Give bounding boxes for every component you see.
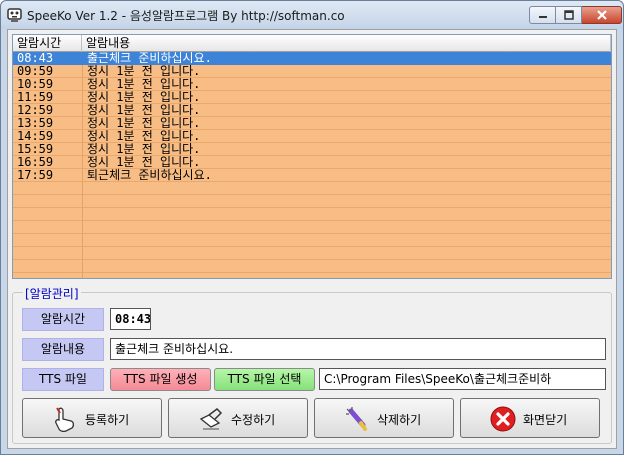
hand-pointer-icon <box>55 407 75 433</box>
tts-select-button[interactable]: TTS 파일 선택 <box>214 368 315 391</box>
alarm-time-label: 알람시간 <box>22 308 104 331</box>
pen-hand-icon <box>199 408 223 430</box>
eraser-pencil-icon <box>346 407 367 431</box>
close-screen-button-label: 화면닫기 <box>523 413 568 427</box>
window-title: SpeeKo Ver 1.2 - 음성알람프로그램 By http://soft… <box>27 9 345 23</box>
alarm-list[interactable]: 알람시간 알람내용 08:43 출근체크 준비하십시요. 09:59 정시 1분 전 … <box>12 34 612 279</box>
column-header-time[interactable]: 알람시간 <box>13 35 82 52</box>
list-body: 08:43 출근체크 준비하십시요. 09:59 정시 1분 전 입니다. 10:59 정… <box>13 52 611 278</box>
column-header-content[interactable]: 알람내용 <box>82 35 611 52</box>
alarm-content-label: 알람내용 <box>22 338 104 361</box>
app-window: SpeeKo Ver 1.2 - 음성알람프로그램 By http://soft… <box>0 0 624 455</box>
maximize-icon <box>563 10 574 20</box>
robot-app-icon <box>7 8 22 22</box>
alarm-time-input[interactable]: 08:43 <box>110 308 151 330</box>
tts-generate-button[interactable]: TTS 파일 생성 <box>110 368 211 391</box>
client-area: 알람시간 알람내용 08:43 출근체크 준비하십시요. 09:59 정시 1분 전 … <box>7 29 617 449</box>
edit-button[interactable]: 수정하기 <box>168 398 308 438</box>
minimize-icon <box>538 16 547 18</box>
list-header: 알람시간 알람내용 <box>13 35 611 52</box>
register-button-label: 등록하기 <box>85 413 130 427</box>
maximize-button[interactable] <box>556 6 582 24</box>
tts-file-label: TTS 파일 <box>22 368 104 391</box>
edit-button-label: 수정하기 <box>231 413 276 427</box>
title-bar[interactable]: SpeeKo Ver 1.2 - 음성알람프로그램 By http://soft… <box>1 1 623 29</box>
close-circle-icon <box>490 406 516 432</box>
minimize-button[interactable] <box>529 6 556 24</box>
delete-button[interactable]: 삭제하기 <box>314 398 454 438</box>
list-row[interactable]: 17:59 퇴근체크 준비하십시요. <box>13 169 611 182</box>
close-icon <box>596 10 607 20</box>
delete-button-label: 삭제하기 <box>377 413 422 427</box>
alarm-content-input[interactable]: 출근체크 준비하십시요. <box>110 338 606 360</box>
register-button[interactable]: 등록하기 <box>22 398 162 438</box>
close-screen-button[interactable]: 화면닫기 <box>460 398 600 438</box>
tts-path-input[interactable]: C:\Program Files\SpeeKo\출근체크준비하 <box>319 368 606 390</box>
row-time: 17:59 <box>17 168 54 182</box>
row-message: 퇴근체크 준비하십시요. <box>87 168 212 182</box>
group-title: [알람관리] <box>23 285 81 302</box>
close-window-button[interactable] <box>582 6 622 24</box>
